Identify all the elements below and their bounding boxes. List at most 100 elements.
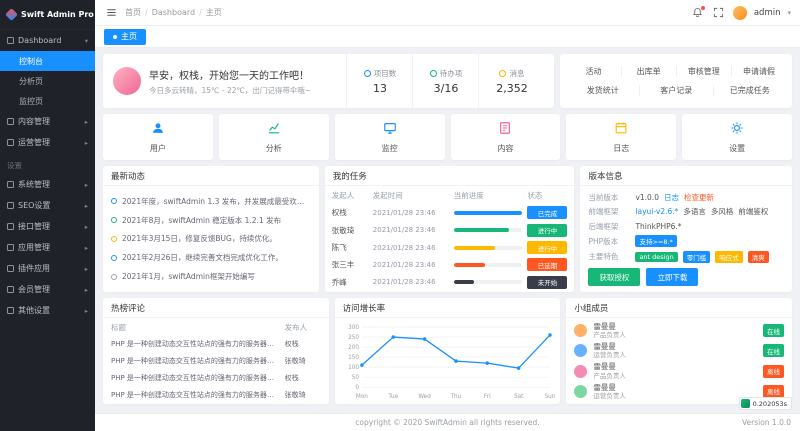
news-item[interactable]: 2021年8月，swiftAdmin 稳定版本 1.2.1 发布 bbox=[111, 215, 311, 226]
breadcrumb-item[interactable]: 主页 bbox=[206, 7, 222, 18]
chevron-down-icon: ▸ bbox=[85, 181, 88, 189]
member-status-badge: 在线 bbox=[763, 324, 784, 337]
shortcut-用户[interactable]: 用户 bbox=[103, 114, 213, 160]
quick-link-出库单[interactable]: 出库单 bbox=[622, 66, 677, 77]
version-item: v1.0.0 bbox=[635, 193, 659, 202]
sidebar-subitem-监控页[interactable]: 监控页 bbox=[0, 91, 95, 111]
member-row[interactable]: 雷曼曼运营负责人在线 bbox=[574, 342, 784, 360]
task-row: 张敬琦2021/01/28 23:46进行中 bbox=[332, 222, 568, 239]
version-tag: 清爽 bbox=[748, 251, 769, 263]
user-avatar[interactable] bbox=[733, 6, 747, 20]
user-menu-caret-icon[interactable]: ▾ bbox=[787, 9, 791, 17]
comment-row[interactable]: PHP 是一种创建动态交互性站点的强有力的服务器端脚本语言权栈 bbox=[111, 369, 321, 386]
task-time: 2021/01/28 23:46 bbox=[373, 226, 449, 234]
sidebar-item-label: 接口管理 bbox=[18, 221, 50, 232]
version-item[interactable]: 检查更新 bbox=[684, 192, 714, 203]
shortcut-label: 日志 bbox=[613, 143, 629, 154]
shortcut-label: 用户 bbox=[150, 143, 166, 154]
news-text: 2021年3月15日，修复反馈BUG，持续优化。 bbox=[122, 233, 277, 244]
shortcut-content-icon bbox=[498, 120, 512, 139]
task-progress-bar bbox=[454, 280, 523, 284]
shortcut-监控[interactable]: 监控 bbox=[335, 114, 445, 160]
news-dot-icon bbox=[111, 274, 117, 280]
quick-link-客户记录[interactable]: 客户记录 bbox=[640, 85, 714, 96]
member-row[interactable]: 雷曼曼产品负责人离线 bbox=[574, 362, 784, 380]
svg-text:100: 100 bbox=[348, 365, 359, 371]
version-tag: 响应式 bbox=[715, 251, 743, 263]
tasks-header-cell: 发起时间 bbox=[373, 190, 449, 201]
breadcrumb-item[interactable]: Dashboard bbox=[152, 8, 195, 17]
shortcut-分析[interactable]: 分析 bbox=[219, 114, 329, 160]
sidebar-item-icon bbox=[7, 139, 14, 146]
task-row: 陈飞2021/01/28 23:46进行中 bbox=[332, 239, 568, 256]
news-item[interactable]: 2021年1月，swiftAdmin框架开始编写 bbox=[111, 271, 311, 282]
performance-icon bbox=[741, 399, 750, 408]
breadcrumb-item[interactable]: 首页 bbox=[125, 7, 141, 18]
task-time: 2021/01/28 23:46 bbox=[373, 278, 449, 286]
tab-主页[interactable]: 主页 bbox=[104, 29, 146, 45]
notification-bell-icon[interactable] bbox=[691, 6, 705, 20]
comment-row[interactable]: PHP 是一种创建动态交互性站点的强有力的服务器端脚本语言张敬琦 bbox=[111, 353, 321, 370]
version-item[interactable]: 日志 bbox=[664, 192, 679, 203]
task-initiator: 张敬琦 bbox=[332, 225, 368, 236]
news-text: 2021年1月，swiftAdmin框架开始编写 bbox=[122, 271, 255, 282]
task-row: 权栈2021/01/28 23:46已完成 bbox=[332, 204, 568, 221]
sidebar-item-内容管理[interactable]: 内容管理▸ bbox=[0, 111, 95, 132]
comment-title: PHP 是一种创建动态交互性站点的强有力的服务器端脚本语言 bbox=[111, 339, 279, 349]
sidebar-item-运营管理[interactable]: 运营管理▸ bbox=[0, 132, 95, 153]
version-label: Version 1.0.0 bbox=[742, 418, 791, 427]
comments-table: 标题发布人PHP 是一种创建动态交互性站点的强有力的服务器端脚本语言权栈PHP … bbox=[103, 318, 329, 404]
task-progress-fill bbox=[454, 280, 475, 284]
sidebar-item-插件应用[interactable]: 插件应用▸ bbox=[0, 258, 95, 279]
comment-row[interactable]: PHP 是一种创建动态交互性站点的强有力的服务器端脚本语言张敬琦 bbox=[111, 386, 321, 403]
task-time: 2021/01/28 23:46 bbox=[373, 261, 449, 269]
sidebar-subitem-分析页[interactable]: 分析页 bbox=[0, 71, 95, 91]
stat-value: 3/16 bbox=[434, 82, 459, 95]
breadcrumb-separator: / bbox=[145, 8, 148, 17]
version-button-立即下载[interactable]: 立即下载 bbox=[646, 268, 698, 286]
member-row[interactable]: 雷曼曼产品负责人在线 bbox=[574, 322, 784, 340]
news-text: 2021年8月，swiftAdmin 稳定版本 1.2.1 发布 bbox=[122, 215, 281, 226]
stat-ring-icon bbox=[364, 70, 371, 77]
news-item[interactable]: 2021年度，swiftAdmin 1.3 发布，并发展成最受欢迎的极速开发框架… bbox=[111, 196, 311, 207]
news-item[interactable]: 2021年3月15日，修复反馈BUG，持续优化。 bbox=[111, 233, 311, 244]
sidebar-subitem-控制台[interactable]: 控制台 bbox=[0, 51, 95, 71]
news-item[interactable]: 2021年2月26日，继续完善文档完成优化工作。 bbox=[111, 252, 311, 263]
sidebar-item-会员管理[interactable]: 会员管理▸ bbox=[0, 279, 95, 300]
task-progress-fill bbox=[454, 228, 509, 232]
task-status-badge: 未开始 bbox=[527, 276, 567, 289]
quick-link-审核管理[interactable]: 审核管理 bbox=[677, 66, 732, 77]
main-area: 首页/Dashboard/主页 admin ▾ 主页 bbox=[95, 0, 800, 431]
task-progress-fill bbox=[454, 263, 485, 267]
chevron-down-icon: ▸ bbox=[85, 118, 88, 126]
shortcut-内容[interactable]: 内容 bbox=[451, 114, 561, 160]
menu-toggle-icon[interactable] bbox=[104, 6, 118, 20]
comment-title: PHP 是一种创建动态交互性站点的强有力的服务器端脚本语言 bbox=[111, 356, 279, 366]
sidebar-item-SEO设置[interactable]: SEO设置▸ bbox=[0, 195, 95, 216]
fullscreen-icon[interactable] bbox=[712, 6, 726, 20]
shortcut-日志[interactable]: 日志 bbox=[566, 114, 676, 160]
version-button-获取授权[interactable]: 获取授权 bbox=[588, 268, 640, 286]
member-info: 雷曼曼产品负责人 bbox=[593, 362, 626, 380]
quick-link-发货统计[interactable]: 发货统计 bbox=[566, 85, 640, 96]
quick-link-已完成任务[interactable]: 已完成任务 bbox=[714, 85, 787, 96]
svg-text:Sun: Sun bbox=[544, 394, 555, 400]
greeting-avatar bbox=[113, 67, 141, 95]
shortcut-设置[interactable]: 设置 bbox=[682, 114, 792, 160]
sidebar-item-Dashboard[interactable]: Dashboard▾ bbox=[0, 30, 95, 51]
stat-消息: 消息2,352 bbox=[478, 54, 544, 108]
sidebar-item-系统管理[interactable]: 系统管理▸ bbox=[0, 174, 95, 195]
chevron-down-icon: ▸ bbox=[85, 265, 88, 273]
version-item[interactable]: layui-v2.6.* bbox=[635, 207, 678, 216]
comments-header-cell: 标题 bbox=[111, 322, 279, 333]
sidebar-item-其他设置[interactable]: 其他设置▸ bbox=[0, 300, 95, 321]
quick-links-card: 活动出库单审核管理申请请假发货统计客户记录已完成任务 bbox=[560, 54, 792, 108]
stat-label-text: 待办项 bbox=[440, 68, 463, 79]
sidebar-item-应用管理[interactable]: 应用管理▸ bbox=[0, 237, 95, 258]
quick-link-活动[interactable]: 活动 bbox=[566, 66, 621, 77]
version-row-label: 后端框架 bbox=[588, 221, 630, 232]
sidebar-item-接口管理[interactable]: 接口管理▸ bbox=[0, 216, 95, 237]
comment-row[interactable]: PHP 是一种创建动态交互性站点的强有力的服务器端脚本语言权栈 bbox=[111, 336, 321, 353]
quick-link-申请请假[interactable]: 申请请假 bbox=[732, 66, 786, 77]
username[interactable]: admin bbox=[754, 8, 781, 18]
